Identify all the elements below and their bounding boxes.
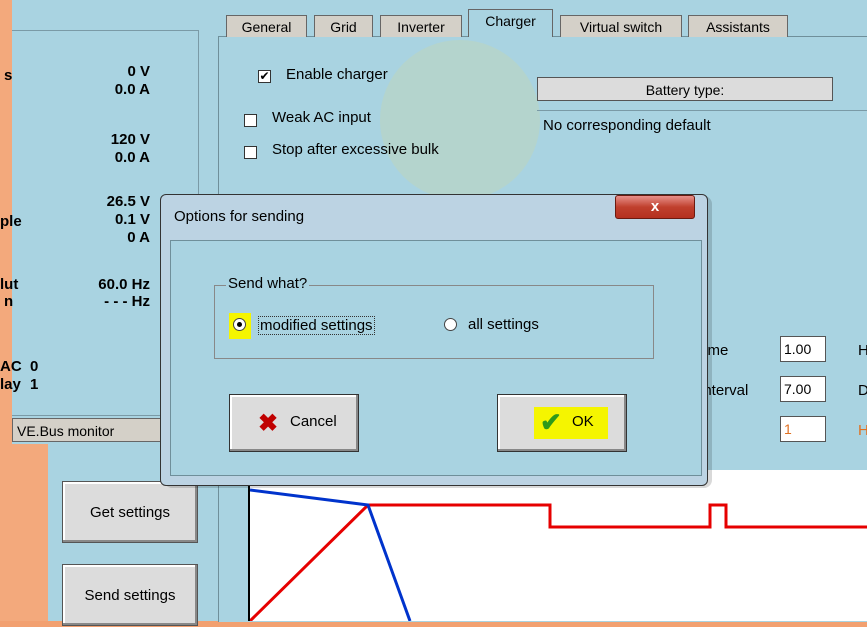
weak-ac-label: Weak AC input <box>272 109 371 126</box>
tab-inverter[interactable]: Inverter <box>380 15 462 37</box>
red-curve <box>248 503 867 623</box>
background-watermark <box>380 40 540 200</box>
enable-charger-label: Enable charger <box>286 66 388 83</box>
tab-assistants[interactable]: Assistants <box>688 15 788 37</box>
modified-settings-radio[interactable] <box>233 318 246 331</box>
reading-label: lut <box>0 276 19 293</box>
reading-value: 1 <box>30 376 39 393</box>
ok-label: OK <box>572 413 594 430</box>
reading-value: 0 V <box>127 63 150 80</box>
all-settings-label[interactable]: all settings <box>468 316 539 333</box>
field-unit: H <box>858 342 867 359</box>
tab-general[interactable]: General <box>226 15 307 37</box>
reading-value: 60.0 Hz <box>98 276 150 293</box>
all-settings-radio[interactable] <box>444 318 457 331</box>
hours-input[interactable]: 1 <box>780 416 826 442</box>
reading-value: 0 <box>30 358 39 375</box>
group-title: Send what? <box>226 275 310 292</box>
charge-curve-svg <box>248 488 867 623</box>
reading-label: AC <box>0 358 22 375</box>
cancel-label: Cancel <box>290 413 337 430</box>
reading-value: 0.1 V <box>114 211 150 228</box>
tab-grid[interactable]: Grid <box>314 15 373 37</box>
reading-value: 0 A <box>127 229 150 246</box>
cancel-button[interactable]: ✖ Cancel <box>229 394 359 452</box>
tab-virtual-switch[interactable]: Virtual switch <box>560 15 682 37</box>
reading-label: s <box>4 67 13 84</box>
vebus-monitor-button[interactable]: VE.Bus monitor <box>12 418 168 442</box>
reading-value: 120 V <box>110 131 150 148</box>
ok-button[interactable]: ✔ OK <box>497 394 627 452</box>
battery-type-button[interactable]: Battery type: <box>537 77 833 101</box>
close-button[interactable]: x <box>615 195 695 219</box>
cancel-x-icon: ✖ <box>258 410 279 437</box>
reading-label: lay <box>0 376 21 393</box>
get-settings-button[interactable]: Get settings <box>62 481 198 543</box>
weak-ac-checkbox[interactable] <box>244 114 257 127</box>
send-settings-button[interactable]: Send settings <box>62 564 198 626</box>
reading-label: n <box>4 293 14 310</box>
enable-charger-checkbox[interactable]: ✔ <box>258 70 271 83</box>
field-unit: H <box>858 422 867 439</box>
left-lower-strip <box>12 444 48 621</box>
reading-value: 0.0 A <box>114 149 150 166</box>
close-icon: x <box>650 198 660 215</box>
absorption-time-input[interactable]: 1.00 <box>780 336 826 362</box>
stop-bulk-checkbox[interactable] <box>244 146 257 159</box>
reading-value: 26.5 V <box>106 193 150 210</box>
stop-bulk-label: Stop after excessive bulk <box>272 141 439 158</box>
battery-type-description: No corresponding default <box>537 110 867 190</box>
tab-charger[interactable]: Charger <box>468 9 553 37</box>
modified-settings-label[interactable]: modified settings <box>258 316 375 335</box>
charge-curve-chart <box>248 470 867 623</box>
reading-value: 0.0 A <box>114 81 150 98</box>
repeated-interval-input[interactable]: 7.00 <box>780 376 826 402</box>
left-edge-strip <box>0 0 12 621</box>
blue-curve <box>249 488 412 622</box>
dialog-title: Options for sending <box>174 208 305 225</box>
field-unit: D <box>858 382 867 399</box>
ok-check-icon: ✔ <box>540 407 562 437</box>
reading-value: - - - Hz <box>104 293 150 310</box>
reading-label: ple <box>0 213 22 230</box>
